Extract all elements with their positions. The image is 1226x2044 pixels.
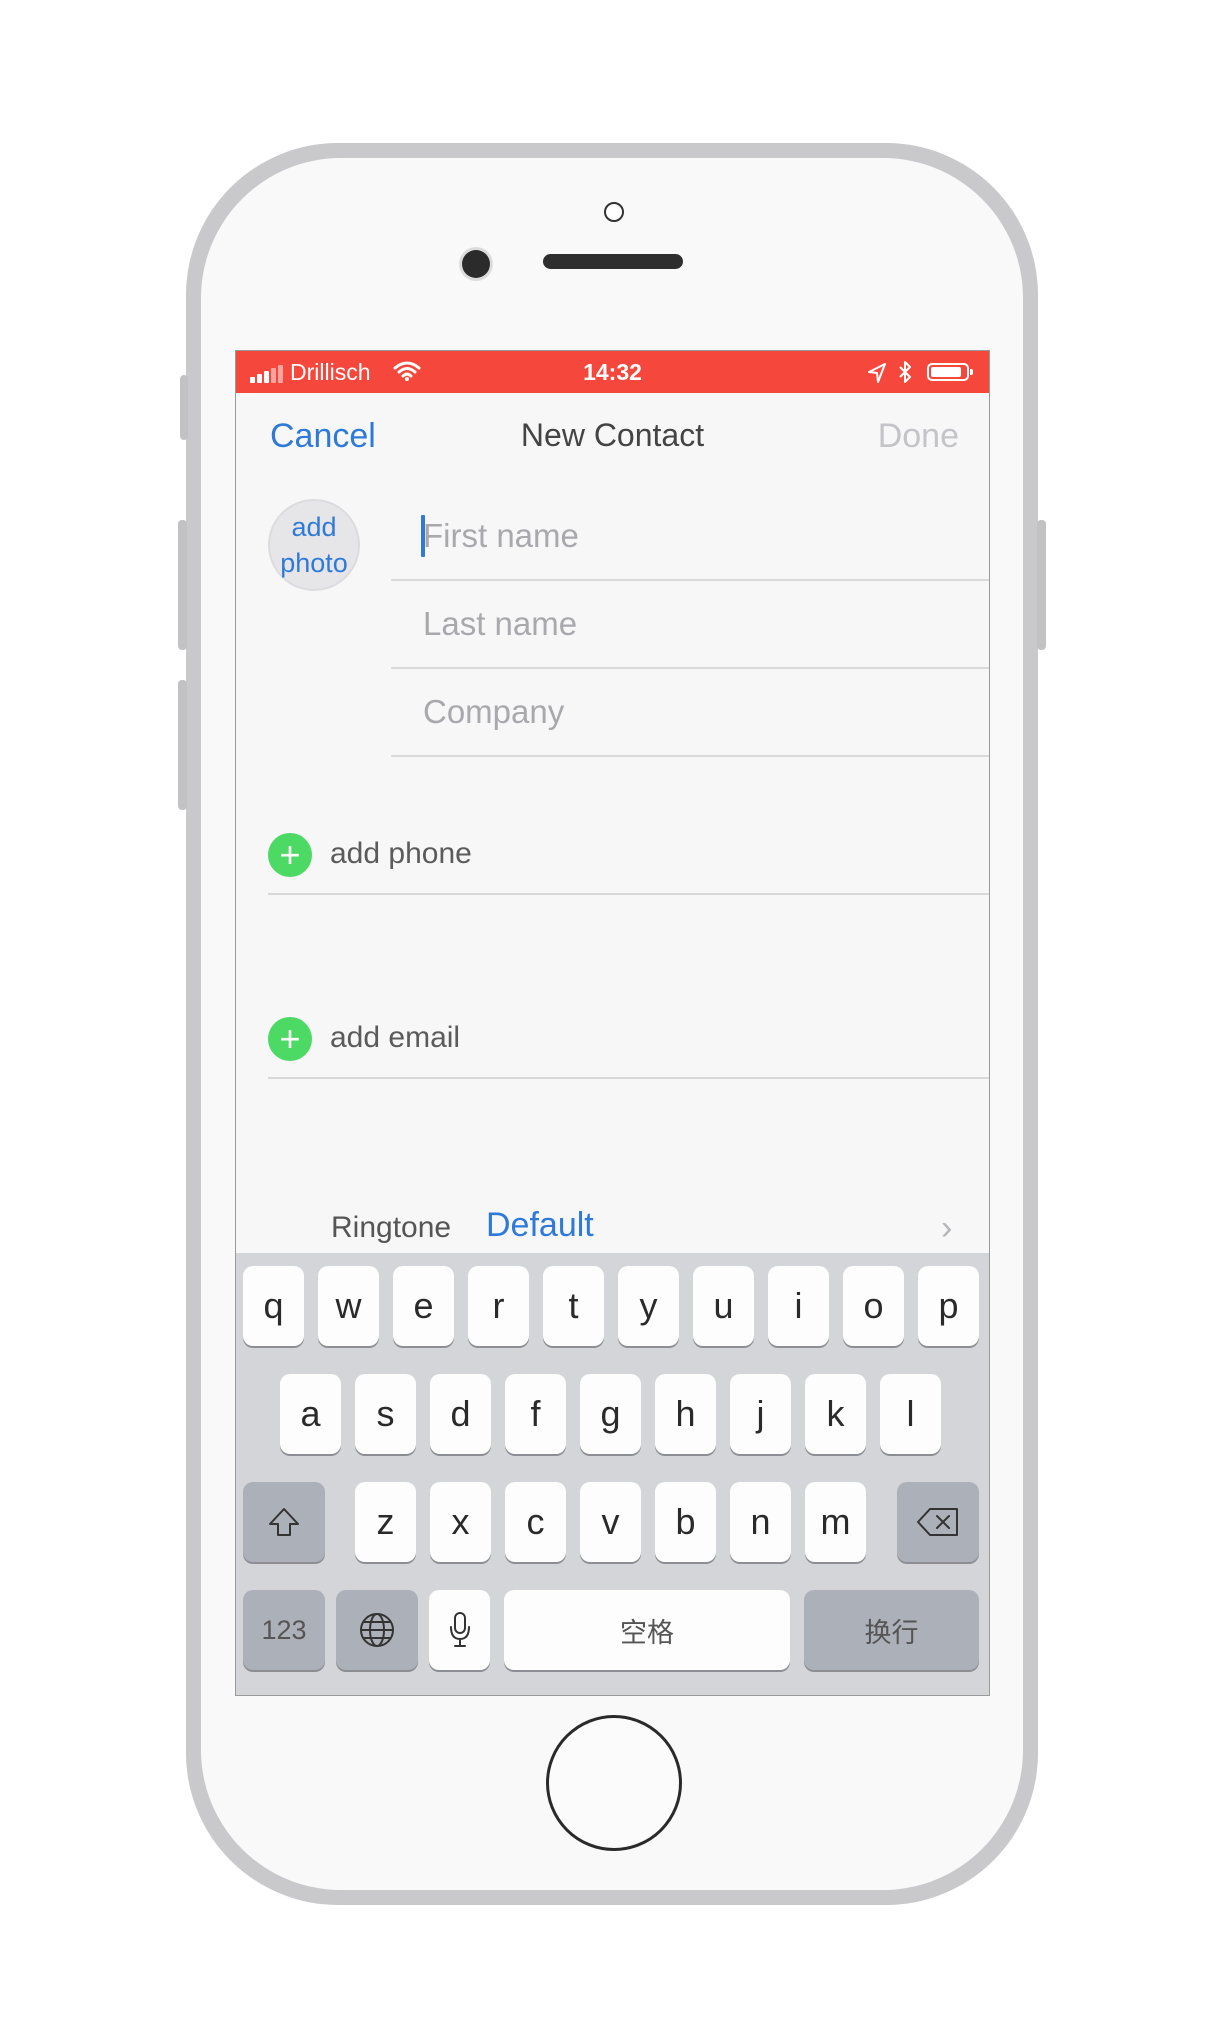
shift-icon bbox=[269, 1508, 299, 1536]
delete-key[interactable] bbox=[897, 1482, 979, 1562]
shift-key[interactable] bbox=[243, 1482, 325, 1562]
page-title: New Contact bbox=[520, 417, 705, 453]
first-name-field[interactable]: First name bbox=[391, 493, 989, 581]
chevron-right-icon[interactable]: › bbox=[941, 1209, 952, 1248]
add-email-label: add email bbox=[330, 1021, 461, 1054]
key-l[interactable]: l bbox=[880, 1374, 941, 1454]
key-z[interactable]: z bbox=[355, 1482, 416, 1562]
microphone-key[interactable] bbox=[429, 1590, 490, 1670]
globe-key[interactable] bbox=[336, 1590, 418, 1670]
key-p[interactable]: p bbox=[918, 1266, 979, 1346]
key-u[interactable]: u bbox=[693, 1266, 754, 1346]
microphone-icon bbox=[449, 1612, 470, 1647]
globe-icon bbox=[360, 1613, 394, 1647]
key-x[interactable]: x bbox=[430, 1482, 491, 1562]
add-photo-label-line2: photo bbox=[280, 548, 348, 578]
key-v[interactable]: v bbox=[580, 1482, 641, 1562]
key-n[interactable]: n bbox=[730, 1482, 791, 1562]
space-key[interactable]: 空格 bbox=[504, 1590, 790, 1670]
power-button bbox=[1037, 520, 1046, 650]
numbers-key[interactable]: 123 bbox=[243, 1590, 325, 1670]
key-o[interactable]: o bbox=[843, 1266, 904, 1346]
bluetooth-icon bbox=[898, 360, 912, 390]
keyboard: q w e r t y u i o p a s d f g h j k l z … bbox=[236, 1253, 989, 1695]
status-bar: Drillisch 14:32 bbox=[236, 351, 989, 393]
key-h[interactable]: h bbox=[655, 1374, 716, 1454]
add-photo-button[interactable]: add photo bbox=[268, 499, 360, 591]
plus-icon: + bbox=[268, 1017, 312, 1061]
ringtone-label: Ringtone bbox=[331, 1211, 452, 1244]
company-field[interactable]: Company bbox=[391, 669, 989, 757]
key-c[interactable]: c bbox=[505, 1482, 566, 1562]
done-button[interactable]: Done bbox=[878, 417, 959, 456]
key-f[interactable]: f bbox=[505, 1374, 566, 1454]
key-s[interactable]: s bbox=[355, 1374, 416, 1454]
first-name-placeholder: First name bbox=[423, 517, 579, 554]
key-t[interactable]: t bbox=[543, 1266, 604, 1346]
ringtone-value[interactable]: Default bbox=[486, 1206, 594, 1245]
home-button[interactable] bbox=[546, 1715, 682, 1851]
volume-up-button bbox=[178, 520, 187, 650]
front-camera bbox=[462, 250, 490, 278]
last-name-field[interactable]: Last name bbox=[391, 581, 989, 669]
key-b[interactable]: b bbox=[655, 1482, 716, 1562]
battery-icon bbox=[927, 363, 973, 381]
key-i[interactable]: i bbox=[768, 1266, 829, 1346]
key-w[interactable]: w bbox=[318, 1266, 379, 1346]
key-y[interactable]: y bbox=[618, 1266, 679, 1346]
key-j[interactable]: j bbox=[730, 1374, 791, 1454]
screen: Drillisch 14:32 Cancel New Contact Done … bbox=[235, 350, 990, 1696]
key-d[interactable]: d bbox=[430, 1374, 491, 1454]
delete-icon bbox=[917, 1508, 958, 1536]
plus-icon: + bbox=[268, 833, 312, 877]
add-phone-label: add phone bbox=[330, 837, 472, 870]
last-name-placeholder: Last name bbox=[423, 605, 578, 642]
key-a[interactable]: a bbox=[280, 1374, 341, 1454]
key-g[interactable]: g bbox=[580, 1374, 641, 1454]
key-q[interactable]: q bbox=[243, 1266, 304, 1346]
add-photo-label-line1: add bbox=[291, 512, 337, 542]
key-r[interactable]: r bbox=[468, 1266, 529, 1346]
volume-down-button bbox=[178, 680, 187, 810]
return-key[interactable]: 换行 bbox=[804, 1590, 979, 1670]
company-placeholder: Company bbox=[423, 693, 565, 730]
key-e[interactable]: e bbox=[393, 1266, 454, 1346]
add-phone-row[interactable]: + add phone bbox=[268, 821, 989, 895]
mute-switch bbox=[180, 375, 188, 440]
location-icon bbox=[868, 362, 886, 389]
key-k[interactable]: k bbox=[805, 1374, 866, 1454]
proximity-sensor bbox=[604, 202, 624, 222]
earpiece-speaker bbox=[543, 254, 683, 269]
key-m[interactable]: m bbox=[805, 1482, 866, 1562]
add-email-row[interactable]: + add email bbox=[268, 1005, 989, 1079]
